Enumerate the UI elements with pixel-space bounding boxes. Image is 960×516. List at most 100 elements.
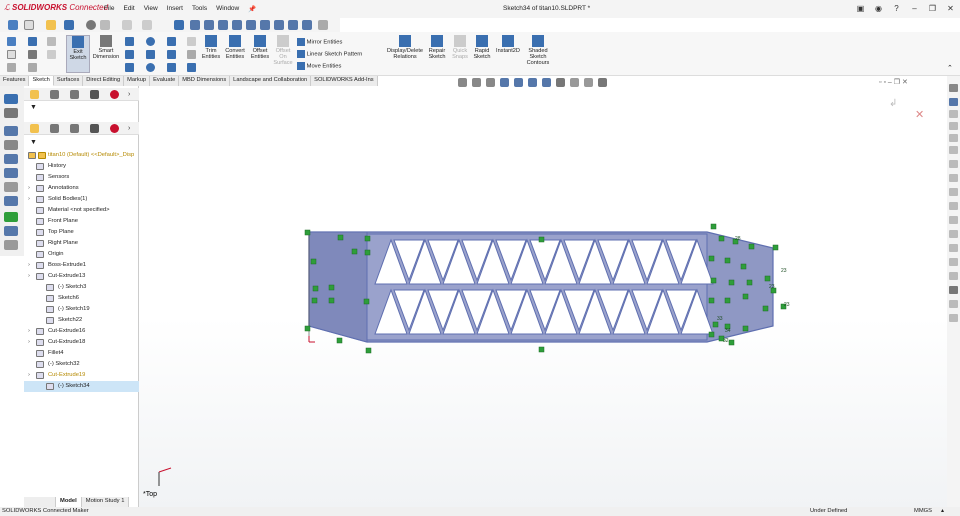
new-document-icon[interactable] [24,20,34,30]
tab-solidworks-addins[interactable]: SOLIDWORKS Add-Ins [311,76,378,86]
linear-sketch-pattern-button[interactable]: Linear Sketch Pattern [297,50,362,58]
view-cube-6-icon[interactable] [260,20,270,30]
relation-marker-icon[interactable] [311,297,318,304]
feature-manager-2-icon[interactable] [30,124,39,133]
configuration-manager-2-icon[interactable] [70,124,79,133]
property-manager-2-icon[interactable] [50,124,59,133]
options-ribbon-icon[interactable] [28,63,37,72]
expand-chevron-icon[interactable]: › [28,194,34,205]
dimension-label[interactable]: 23 [769,284,775,290]
tool-10-icon[interactable] [4,226,18,236]
relation-marker-icon[interactable] [718,235,725,242]
close-doc-icon[interactable]: ✕ [902,79,908,86]
units-selector[interactable]: MMGS [914,507,932,516]
fillet-tool-icon[interactable] [167,63,176,72]
task-pane-15-icon[interactable] [949,272,958,280]
instant2d-button[interactable]: Instant2D [494,35,522,54]
task-pane-2-icon[interactable] [949,98,958,106]
task-pane-10-icon[interactable] [949,202,958,210]
display-manager-icon[interactable] [110,90,119,99]
close-window-icon[interactable]: ✕ [945,3,956,14]
task-pane-9-icon[interactable] [949,188,958,196]
dynamic-annotation-icon[interactable] [514,78,523,87]
view-cube-2-icon[interactable] [204,20,214,30]
tree-item[interactable]: Material <not specified> [24,205,139,216]
apply-scene-icon[interactable] [584,78,593,87]
tab-motion-study[interactable]: Motion Study 1 [81,497,130,507]
expand-chevron-icon[interactable]: › [28,337,34,348]
split-icon[interactable]: ▫ [883,79,885,86]
relation-marker-icon[interactable] [538,236,545,243]
shaded-sketch-contours-button[interactable]: Shaded Sketch Contours [524,35,552,66]
tab-landscape-collaboration[interactable]: Landscape and Collaboration [230,76,312,86]
offset-on-surface-button[interactable]: Offset On Surface [273,35,293,66]
ellipse-tool-icon[interactable] [167,50,176,59]
task-pane-14-icon[interactable] [949,258,958,266]
convert-entities-button[interactable]: Convert Entities [223,35,247,60]
slot-tool-icon[interactable] [125,63,134,72]
expand-chevron-icon[interactable]: › [28,271,34,282]
relation-marker-icon[interactable] [728,339,735,346]
configuration-manager-icon[interactable] [70,90,79,99]
tab-model[interactable]: Model [56,497,82,507]
feature-manager-icon[interactable] [30,90,39,99]
menu-insert[interactable]: Insert [167,5,183,13]
quick-snaps-button[interactable]: Quick Snaps [450,35,470,60]
tool-6-icon[interactable] [4,168,18,178]
dimension-label[interactable]: 32 [723,338,729,344]
chevron-right-icon[interactable]: › [128,90,137,99]
filter-icon[interactable]: ▼ [30,104,37,111]
task-pane-6-icon[interactable] [949,146,958,154]
relation-marker-icon[interactable] [310,258,317,265]
property-manager-icon[interactable] [50,90,59,99]
relation-marker-icon[interactable] [328,284,335,291]
dimxpert-icon[interactable] [90,90,99,99]
tree-item[interactable]: › Cut-Extrude19 [24,370,139,381]
previous-view-icon[interactable] [486,78,495,87]
task-pane-13-icon[interactable] [949,244,958,252]
relation-marker-icon[interactable] [708,331,715,338]
view-cube-1-icon[interactable] [190,20,200,30]
relation-marker-icon[interactable] [337,234,344,241]
undo-icon[interactable] [122,20,132,30]
tool-5-icon[interactable] [4,154,18,164]
tab-markup[interactable]: Markup [124,76,151,86]
section-view-icon[interactable] [500,78,509,87]
redo-icon[interactable] [142,20,152,30]
task-pane-4-icon[interactable] [949,122,958,130]
zoom-to-fit-icon[interactable] [458,78,467,87]
redo-ribbon-icon[interactable] [47,50,56,59]
mirror-entities-button[interactable]: Mirror Entities [297,38,342,46]
expand-chevron-icon[interactable]: › [28,183,34,194]
tab-direct-editing[interactable]: Direct Editing [83,76,125,86]
print-icon[interactable] [86,20,96,30]
relation-marker-icon[interactable] [304,325,311,332]
relation-marker-icon[interactable] [708,297,715,304]
relation-marker-icon[interactable] [764,275,771,282]
move-entities-button[interactable]: Move Entities [297,62,341,70]
relation-marker-icon[interactable] [728,279,735,286]
view-cube-8-icon[interactable] [288,20,298,30]
relation-marker-icon[interactable] [328,297,335,304]
minimize-doc-icon[interactable]: – [888,79,892,86]
tree-item[interactable]: › Cut-Extrude16 [24,326,139,337]
tree-item[interactable]: Fillet4 [24,348,139,359]
units-dropdown-icon[interactable]: ▴ [941,507,944,516]
relation-marker-icon[interactable] [762,305,769,312]
task-pane-18-icon[interactable] [949,314,958,322]
select-icon[interactable] [174,20,184,30]
menu-tools[interactable]: Tools [192,5,207,13]
point-tool-icon[interactable] [187,63,196,72]
task-pane-12-icon[interactable] [949,230,958,238]
view-cube-9-icon[interactable] [302,20,312,30]
tree-item[interactable]: Origin [24,249,139,260]
tool-3-icon[interactable] [4,126,18,136]
tree-item[interactable]: Front Plane [24,216,139,227]
relation-marker-icon[interactable] [304,229,311,236]
dimxpert-2-icon[interactable] [90,124,99,133]
print-ribbon-icon[interactable] [28,50,37,59]
tree-item[interactable]: (-) Sketch19 [24,304,139,315]
tree-root[interactable]: titan10 (Default) <<Default>_Disp [24,150,139,161]
dimension-label[interactable]: 23 [781,268,787,274]
tab-evaluate[interactable]: Evaluate [150,76,180,86]
